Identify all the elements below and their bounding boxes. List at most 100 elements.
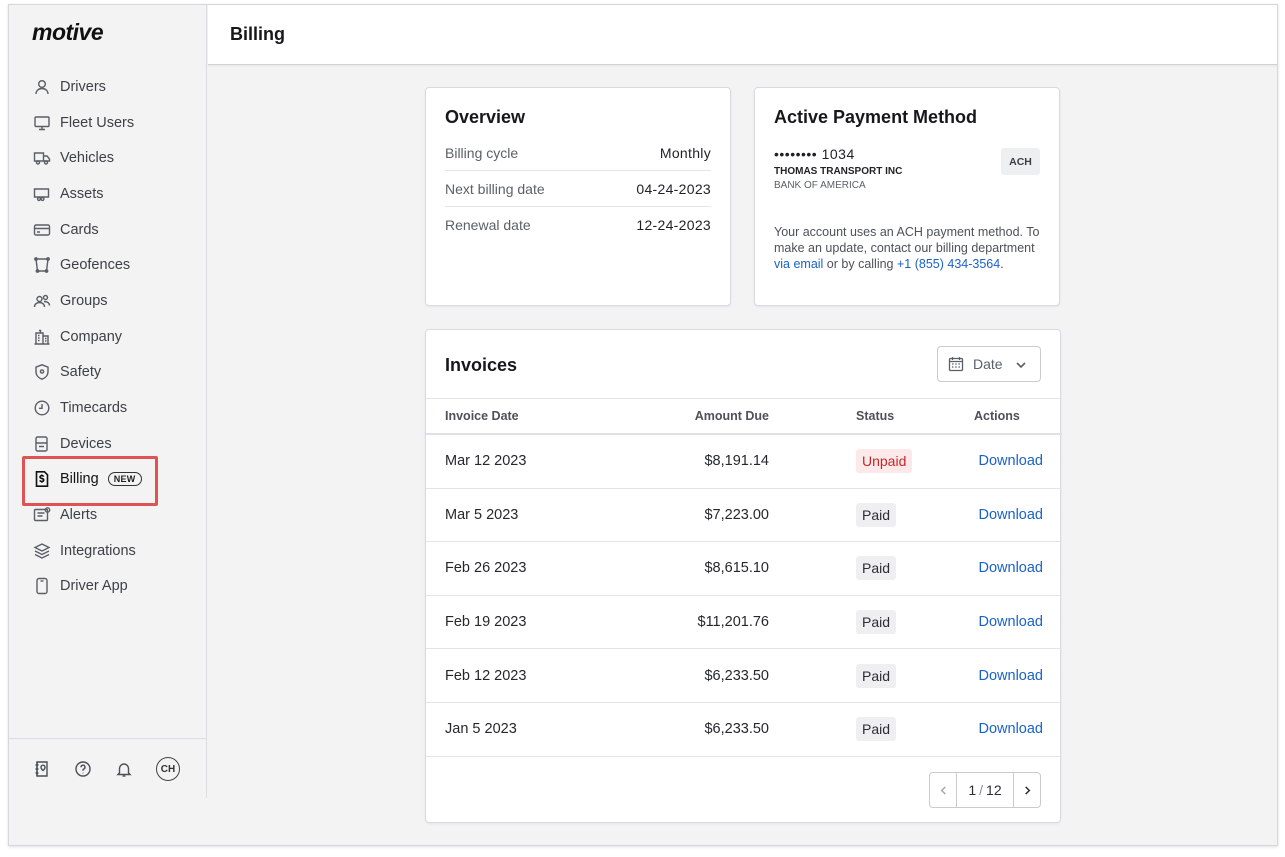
overview-value: Monthly <box>659 144 711 161</box>
chevron-left-icon <box>940 785 946 795</box>
device-icon <box>33 435 51 453</box>
invoice-date: Mar 5 2023 <box>445 506 519 523</box>
sidebar-item-assets[interactable]: Assets <box>9 176 207 212</box>
user-icon <box>33 78 51 96</box>
status-badge: Paid <box>856 717 897 742</box>
download-link[interactable]: Download <box>979 614 1044 630</box>
status-badge: Paid <box>856 663 897 688</box>
sidebar-item-billing[interactable]: Billing NEW <box>9 462 207 498</box>
phone-link[interactable]: +1 (855) 434-3564 <box>897 257 1000 271</box>
sidebar-item-geofences[interactable]: Geofences <box>9 247 207 283</box>
sidebar-item-label: Groups <box>60 292 108 309</box>
monitor-icon <box>33 114 51 132</box>
download-link[interactable]: Download <box>979 507 1044 523</box>
email-link[interactable]: via email <box>774 257 823 271</box>
map-pin-book-icon[interactable] <box>33 760 51 778</box>
avatar[interactable]: CH <box>156 757 180 781</box>
payment-note: Your account uses an ACH payment method.… <box>774 224 1042 272</box>
overview-card: Overview Billing cycle Monthly Next bill… <box>425 87 731 306</box>
bank-name: BANK OF AMERICA <box>774 180 866 191</box>
payment-title: Active Payment Method <box>774 107 978 127</box>
chevron-down-icon <box>1015 358 1027 370</box>
sidebar-item-integrations[interactable]: Integrations <box>9 533 207 569</box>
alert-icon <box>33 506 51 524</box>
date-filter-button[interactable]: Date <box>937 346 1041 382</box>
chevron-right-icon <box>1024 785 1030 795</box>
overview-row-billing-cycle: Billing cycle Monthly <box>445 135 711 171</box>
invoices-table: Invoice Date Amount Due Status Actions M… <box>426 398 1062 757</box>
payment-method-badge: ACH <box>1001 148 1040 175</box>
invoice-date: Feb 12 2023 <box>445 667 527 684</box>
amount-due: $8,615.10 <box>704 560 769 577</box>
status-badge: Unpaid <box>856 449 913 474</box>
table-row: Mar 12 2023 $8,191.14 Unpaid Download <box>426 435 1062 489</box>
bell-icon[interactable] <box>115 760 133 778</box>
account-number: •••••••• 1034 <box>774 146 855 162</box>
sidebar-item-label: Billing <box>60 471 99 488</box>
sidebar-item-label: Safety <box>60 364 102 381</box>
account-name: THOMAS TRANSPORT INC <box>774 166 903 177</box>
overview-label: Billing cycle <box>445 144 519 161</box>
sidebar-item-alerts[interactable]: Alerts <box>9 497 207 533</box>
sidebar-item-company[interactable]: Company <box>9 319 207 355</box>
sidebar-item-vehicles[interactable]: Vehicles <box>9 140 207 176</box>
column-header-actions: Actions <box>974 409 1020 423</box>
geofence-icon <box>33 256 51 274</box>
pagination: 1 / 12 <box>929 772 1041 808</box>
column-header-invoice-date[interactable]: Invoice Date <box>426 409 601 423</box>
sidebar-nav: Drivers Fleet Users Vehicles Assets Card… <box>9 69 207 604</box>
sidebar-item-cards[interactable]: Cards <box>9 212 207 248</box>
column-header-status[interactable]: Status <box>769 409 943 423</box>
layers-icon <box>33 542 51 560</box>
download-link[interactable]: Download <box>979 560 1044 576</box>
trailer-icon <box>33 185 51 203</box>
table-header: Invoice Date Amount Due Status Actions <box>426 398 1062 435</box>
app-window: motive Drivers Fleet Users Vehicles Asse… <box>8 4 1278 846</box>
phone-icon <box>33 577 51 595</box>
sidebar-item-label: Timecards <box>60 400 128 417</box>
building-icon <box>33 328 51 346</box>
page-header: Billing <box>208 5 1277 65</box>
next-page-button[interactable] <box>1014 773 1040 807</box>
payment-note-text: Your account uses an ACH payment method.… <box>774 225 1040 255</box>
invoice-date: Jan 5 2023 <box>445 721 517 738</box>
overview-row-next-billing-date: Next billing date 04-24-2023 <box>445 171 711 207</box>
current-page: 1 <box>968 782 977 798</box>
page-title: Billing <box>230 24 285 44</box>
help-icon[interactable] <box>74 760 92 778</box>
sidebar-item-drivers[interactable]: Drivers <box>9 69 207 105</box>
sidebar-item-devices[interactable]: Devices <box>9 426 207 462</box>
invoice-date: Mar 12 2023 <box>445 453 527 470</box>
sidebar-item-timecards[interactable]: Timecards <box>9 390 207 426</box>
invoices-card: Invoices Date Invoice Date Amount Due St… <box>425 329 1062 823</box>
download-link[interactable]: Download <box>979 668 1044 684</box>
payment-method-card: Active Payment Method •••••••• 1034 THOM… <box>754 87 1060 306</box>
sidebar-item-label: Vehicles <box>60 150 115 167</box>
sidebar-item-label: Devices <box>60 435 112 452</box>
sidebar-item-safety[interactable]: Safety <box>9 355 207 391</box>
truck-icon <box>33 149 51 167</box>
total-pages: 12 <box>986 782 1002 798</box>
column-header-amount-due[interactable]: Amount Due <box>601 409 769 423</box>
invoices-title: Invoices <box>445 355 518 375</box>
amount-due: $6,233.50 <box>704 721 769 738</box>
card-icon <box>33 221 51 239</box>
download-link[interactable]: Download <box>979 453 1044 469</box>
payment-note-text: . <box>1000 257 1004 271</box>
sidebar-item-groups[interactable]: Groups <box>9 283 207 319</box>
page-indicator: 1 / 12 <box>956 773 1014 807</box>
sidebar-item-label: Geofences <box>60 257 131 274</box>
download-link[interactable]: Download <box>979 721 1044 737</box>
sidebar-item-label: Assets <box>60 185 104 202</box>
motive-logo[interactable]: motive <box>32 19 104 46</box>
sidebar-item-fleet-users[interactable]: Fleet Users <box>9 105 207 141</box>
status-badge: Paid <box>856 610 897 635</box>
overview-title: Overview <box>445 107 526 127</box>
payment-note-text: or by calling <box>823 257 897 271</box>
calendar-icon <box>948 356 964 372</box>
amount-due: $11,201.76 <box>697 614 770 631</box>
sidebar-item-driver-app[interactable]: Driver App <box>9 569 207 605</box>
table-row: Mar 5 2023 $7,223.00 Paid Download <box>426 489 1062 543</box>
invoice-date: Feb 19 2023 <box>445 614 527 631</box>
previous-page-button[interactable] <box>930 773 956 807</box>
